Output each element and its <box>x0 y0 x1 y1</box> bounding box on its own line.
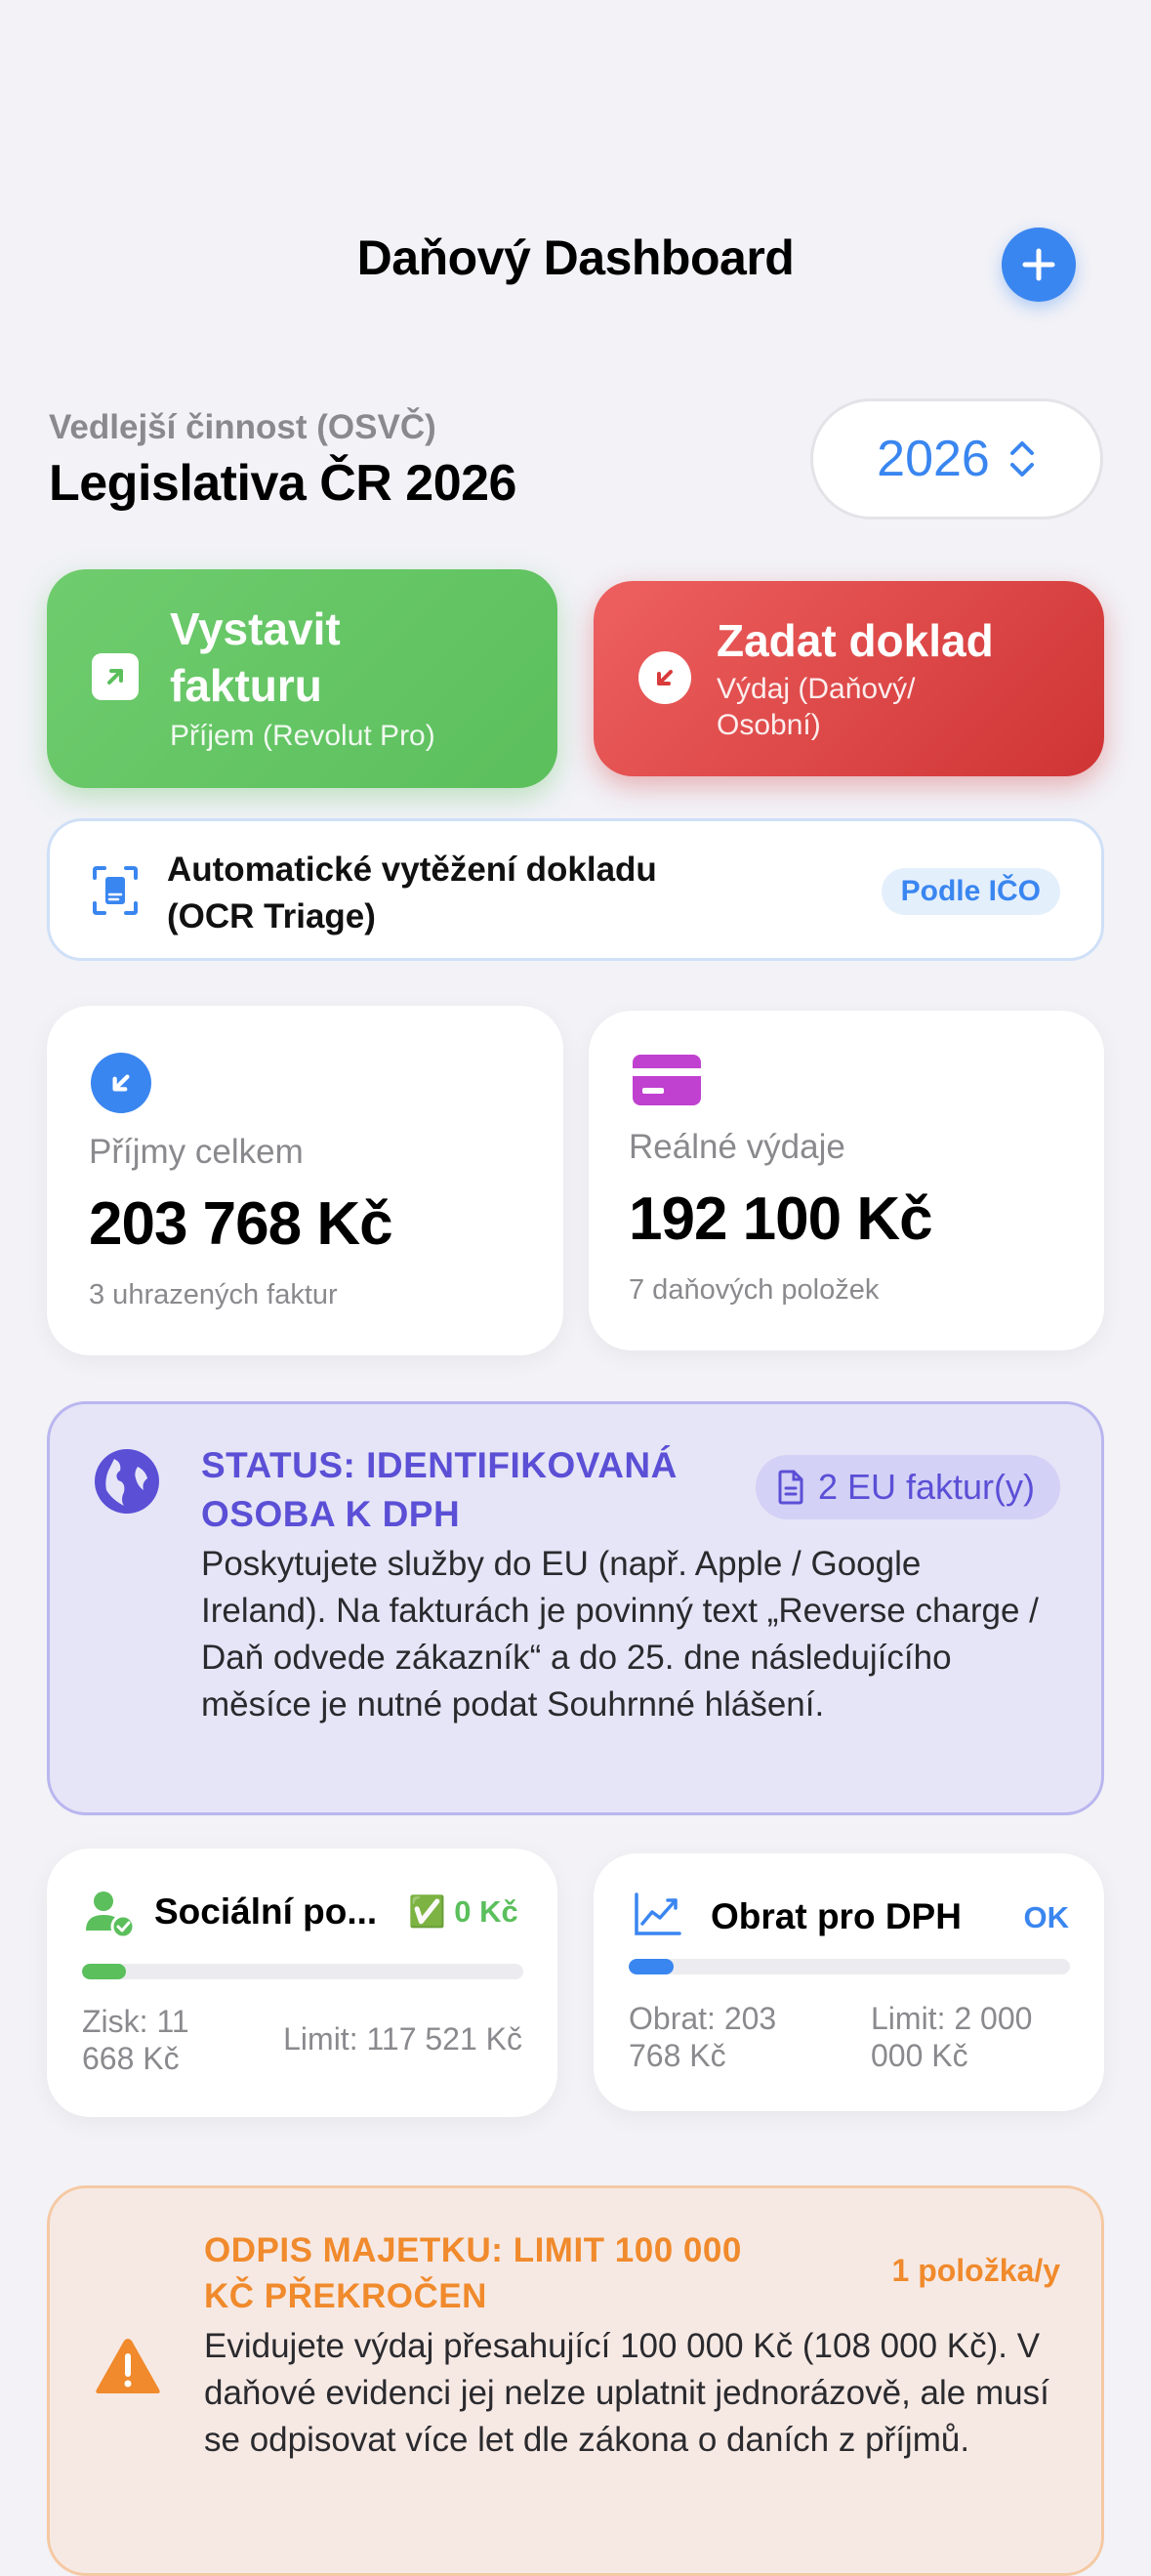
enter-document-title: Zadat doklad <box>717 615 994 666</box>
income-card[interactable]: Příjmy celkem 203 768 Kč 3 uhrazených fa… <box>47 1006 563 1355</box>
vat-status-title: STATUS: IDENTIFIKOVANÁ OSOBA K DPH <box>201 1441 709 1539</box>
enter-document-subtitle-2: Osobní) <box>717 709 821 741</box>
warning-icon <box>96 2339 160 2393</box>
expenses-value: 192 100 Kč <box>629 1185 933 1253</box>
arrow-down-left-icon <box>638 651 691 704</box>
activity-type-label: Vedlejší činnost (OSVČ) <box>49 408 436 446</box>
income-note: 3 uhrazených faktur <box>89 1279 338 1310</box>
vat-status-title-1: STATUS: IDENTIFIKOVANÁ <box>201 1445 678 1485</box>
turnover-progress-fill <box>629 1959 675 1974</box>
social-insurance-title: Sociální po... <box>154 1891 378 1932</box>
asset-warning-title-1: ODPIS MAJETKU: LIMIT 100 000 <box>204 2231 742 2269</box>
issue-invoice-button[interactable]: Vystavit fakturu Příjem (Revolut Pro) <box>47 569 557 788</box>
turnover-limit: Limit: 2 000 000 Kč <box>871 2000 1032 2074</box>
issue-invoice-title-1: Vystavit <box>170 603 341 654</box>
vat-status-card[interactable]: STATUS: IDENTIFIKOVANÁ OSOBA K DPH 2 EU … <box>47 1401 1104 1815</box>
ocr-line-1: Automatické vytěžení dokladu <box>167 851 657 889</box>
social-limit: Limit: 117 521 Kč <box>283 2021 522 2057</box>
turnover-value-line-1: Obrat: 203 <box>629 2001 777 2036</box>
expenses-note: 7 daňových položek <box>629 1274 880 1306</box>
asset-warning-description: Evidujete výdaj přesahující 100 000 Kč (… <box>204 2327 1049 2459</box>
social-profit-line-1: Zisk: 11 <box>82 2004 189 2039</box>
vat-turnover-card[interactable]: Obrat pro DPH OK Obrat: 203 768 Kč Limit… <box>594 1853 1104 2111</box>
add-button[interactable] <box>1002 228 1076 302</box>
income-value: 203 768 Kč <box>89 1190 393 1258</box>
social-profit: Zisk: 11 668 Kč <box>82 2003 189 2077</box>
turnover-limit-line-2: 000 Kč <box>871 2038 968 2073</box>
ico-badge: Podle IČO <box>881 868 1060 915</box>
social-progress-bar <box>82 1964 523 1979</box>
credit-card-icon <box>633 1055 701 1105</box>
plus-icon <box>1022 248 1055 281</box>
social-progress-fill <box>82 1964 126 1979</box>
turnover-value-line-2: 768 Kč <box>629 2038 726 2073</box>
enter-document-subtitle-1: Výdaj (Daňový/ <box>717 673 916 705</box>
arrow-up-right-icon <box>92 653 139 700</box>
document-icon <box>778 1470 803 1505</box>
vat-turnover-status: OK <box>1023 1900 1070 1934</box>
document-scan-icon <box>93 866 138 915</box>
turnover-limit-line-1: Limit: 2 000 <box>871 2001 1033 2036</box>
expenses-label: Reálné výdaje <box>629 1128 845 1166</box>
vat-turnover-title: Obrat pro DPH <box>711 1896 962 1936</box>
eu-invoices-badge[interactable]: 2 EU faktur(y) <box>755 1455 1060 1519</box>
social-status-value: ✅ 0 Kč <box>408 1894 518 1929</box>
social-insurance-card[interactable]: Sociální po... ✅ 0 Kč Zisk: 11 668 Kč Li… <box>47 1849 557 2117</box>
asset-items-count: 1 položka/y <box>891 2253 1061 2288</box>
page-title: Daňový Dashboard <box>356 230 795 285</box>
issue-invoice-title-2: fakturu <box>170 660 322 711</box>
expenses-card[interactable]: Reálné výdaje 192 100 Kč 7 daňových polo… <box>589 1011 1104 1350</box>
issue-invoice-subtitle: Příjem (Revolut Pro) <box>170 720 435 752</box>
asset-warning-title-2: KČ PŘEKROČEN <box>204 2277 487 2315</box>
arrow-down-left-icon <box>91 1053 151 1113</box>
year-value: 2026 <box>877 431 990 487</box>
income-label: Příjmy celkem <box>89 1133 304 1171</box>
person-check-icon <box>86 1891 135 1938</box>
asset-depreciation-card[interactable]: ODPIS MAJETKU: LIMIT 100 000 KČ PŘEKROČE… <box>47 2185 1104 2576</box>
ocr-triage-card[interactable]: Automatické vytěžení dokladu (OCR Triage… <box>47 818 1104 961</box>
chevron-up-down-icon <box>1009 441 1034 477</box>
social-profit-line-2: 668 Kč <box>82 2041 180 2076</box>
trend-chart-icon <box>635 1892 681 1935</box>
globe-icon <box>95 1449 159 1514</box>
year-picker[interactable]: 2026 <box>810 398 1103 519</box>
vat-status-title-2: OSOBA K DPH <box>201 1494 461 1534</box>
turnover-progress-bar <box>629 1959 1070 1974</box>
turnover-value: Obrat: 203 768 Kč <box>629 2000 776 2074</box>
vat-status-description: Poskytujete služby do EU (např. Apple / … <box>201 1545 1039 1724</box>
legislation-heading: Legislativa ČR 2026 <box>49 455 516 512</box>
eu-invoices-label: 2 EU faktur(y) <box>817 1467 1035 1507</box>
enter-document-button[interactable]: Zadat doklad Výdaj (Daňový/ Osobní) <box>594 581 1104 776</box>
ocr-line-2: (OCR Triage) <box>167 897 376 935</box>
ocr-title: Automatické vytěžení dokladu (OCR Triage… <box>167 847 657 940</box>
asset-warning-title: ODPIS MAJETKU: LIMIT 100 000 KČ PŘEKROČE… <box>204 2227 829 2319</box>
